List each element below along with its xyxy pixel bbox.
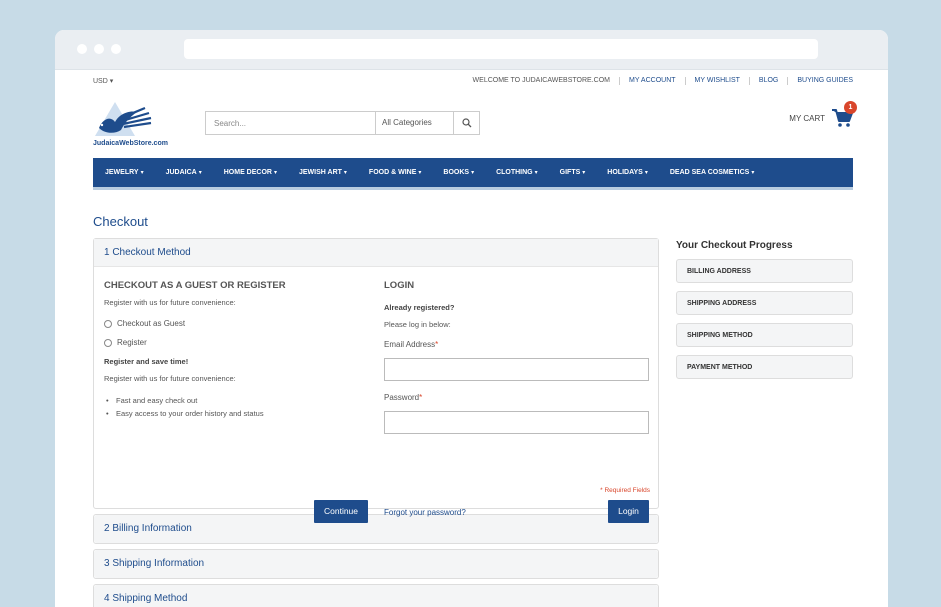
cart-icon: 1 (831, 101, 857, 128)
window-controls (77, 44, 121, 54)
radio-circle (104, 338, 112, 347)
page-title: Checkout (93, 214, 148, 229)
register-intro-text: Register with us for future convenience: (104, 298, 236, 307)
please-login-text: Please log in below: (384, 320, 451, 329)
continue-button[interactable]: Continue (314, 500, 368, 523)
login-button[interactable]: Login (608, 500, 649, 523)
mini-cart[interactable]: MY CART 1 (789, 101, 857, 128)
already-registered-text: Already registered? (384, 303, 455, 312)
list-item: Easy access to your order history and st… (104, 409, 264, 418)
chevron-down-icon: ▾ (140, 170, 144, 176)
my-account-link[interactable]: MY ACCOUNT (618, 77, 685, 85)
progress-item-shipping-method: SHIPPING METHOD (676, 323, 853, 347)
category-select[interactable]: All Categories (376, 112, 454, 134)
cart-count-badge: 1 (844, 101, 857, 114)
browser-window: USD ▾ WELCOME TO JUDAICAWEBSTORE.COM MY … (55, 30, 888, 607)
search-bar: All Categories (205, 111, 480, 135)
menorah-dove-logo-icon (95, 102, 152, 136)
forgot-password-link[interactable]: Forgot your password? (384, 508, 466, 517)
step-header-shipping-method[interactable]: 4 Shipping Method (94, 585, 658, 607)
nav-item-clothing[interactable]: CLOTHING ▾ (496, 169, 538, 176)
search-input[interactable] (206, 112, 376, 134)
window-dot-close[interactable] (77, 44, 87, 54)
welcome-text: WELCOME TO JUDAICAWEBSTORE.COM (472, 77, 610, 84)
checkout-as-guest-radio[interactable]: Checkout as Guest (104, 319, 185, 328)
list-item: Fast and easy check out (104, 396, 264, 405)
buying-guides-link[interactable]: BUYING GUIDES (787, 77, 853, 85)
site-logo[interactable]: JudaicaWebStore.com (93, 100, 173, 152)
address-bar[interactable] (184, 39, 818, 59)
chevron-down-icon: ▾ (644, 170, 648, 176)
login-heading: LOGIN (384, 280, 415, 291)
progress-item-payment-method: PAYMENT METHOD (676, 355, 853, 379)
currency-switcher[interactable]: USD ▾ (93, 77, 113, 85)
checkout-steps: 1 Checkout Method CHECKOUT AS A GUEST OR… (93, 238, 659, 607)
nav-item-jewish-art[interactable]: JEWISH ART ▾ (299, 169, 347, 176)
chevron-down-icon: ▾ (273, 170, 277, 176)
top-bar: USD ▾ WELCOME TO JUDAICAWEBSTORE.COM MY … (93, 70, 853, 92)
register-benefits-list: Fast and easy check out Easy access to y… (104, 396, 264, 422)
checkout-method-body: CHECKOUT AS A GUEST OR REGISTER Register… (94, 267, 658, 523)
chevron-down-icon: ▾ (582, 170, 586, 176)
chevron-down-icon: ▾ (471, 170, 475, 176)
window-dot-minimize[interactable] (94, 44, 104, 54)
password-field[interactable] (384, 411, 649, 434)
window-dot-maximize[interactable] (111, 44, 121, 54)
nav-item-dead-sea-cosmetics[interactable]: DEAD SEA COSMETICS ▾ (670, 169, 755, 176)
password-label: Password* (384, 393, 423, 402)
checkout-progress-title: Your Checkout Progress (676, 240, 793, 251)
chevron-down-icon: ▾ (198, 170, 202, 176)
checkout-progress: Your Checkout Progress BILLING ADDRESS S… (676, 240, 853, 387)
main-nav: JEWELRY ▾ JUDAICA ▾ HOME DECOR ▾ JEWISH ART… (93, 158, 853, 190)
billing-information-panel: 2 Billing Information (93, 514, 659, 544)
blog-link[interactable]: BLOG (748, 77, 787, 85)
logo-text: JudaicaWebStore.com (93, 140, 168, 147)
cart-label: MY CART (789, 113, 825, 123)
nav-item-judaica[interactable]: JUDAICA ▾ (166, 169, 202, 176)
nav-item-home-decor[interactable]: HOME DECOR ▾ (224, 169, 277, 176)
chevron-down-icon: ▾ (418, 170, 422, 176)
browser-chrome (55, 30, 888, 70)
progress-item-shipping-address: SHIPPING ADDRESS (676, 291, 853, 315)
site-header: JudaicaWebStore.com All Categories MY CA… (93, 92, 857, 158)
step-header-shipping[interactable]: 3 Shipping Information (94, 550, 658, 578)
shipping-information-panel: 3 Shipping Information (93, 549, 659, 579)
my-wishlist-link[interactable]: MY WISHLIST (684, 77, 749, 85)
site: USD ▾ WELCOME TO JUDAICAWEBSTORE.COM MY … (93, 70, 857, 607)
search-button[interactable] (454, 112, 479, 134)
top-links: WELCOME TO JUDAICAWEBSTORE.COM MY ACCOUN… (464, 77, 853, 85)
search-icon (461, 118, 471, 128)
chevron-down-icon: ▾ (534, 170, 538, 176)
email-field[interactable] (384, 358, 649, 381)
shipping-method-panel: 4 Shipping Method (93, 584, 659, 607)
register-radio[interactable]: Register (104, 338, 147, 347)
checkout-method-panel: 1 Checkout Method CHECKOUT AS A GUEST OR… (93, 238, 659, 523)
guest-register-heading: CHECKOUT AS A GUEST OR REGISTER (104, 280, 286, 291)
nav-item-holidays[interactable]: HOLIDAYS ▾ (607, 169, 648, 176)
nav-item-books[interactable]: BOOKS ▾ (443, 169, 474, 176)
nav-item-food-wine[interactable]: FOOD & WINE ▾ (369, 169, 421, 176)
step-header-billing[interactable]: 2 Billing Information (94, 515, 658, 543)
nav-item-gifts[interactable]: GIFTS ▾ (560, 169, 586, 176)
register-save-time-text: Register and save time! (104, 357, 189, 366)
email-label: Email Address* (384, 340, 439, 349)
chevron-down-icon: ▾ (751, 170, 755, 176)
radio-circle (104, 319, 112, 328)
register-note-text: Register with us for future convenience: (104, 374, 236, 383)
chevron-down-icon: ▾ (343, 170, 347, 176)
step-header-checkout-method[interactable]: 1 Checkout Method (94, 239, 658, 267)
required-fields-note: * Required Fields (600, 487, 650, 494)
chevron-down-icon: ▾ (109, 78, 114, 85)
nav-item-jewelry[interactable]: JEWELRY ▾ (105, 169, 144, 176)
progress-item-billing-address: BILLING ADDRESS (676, 259, 853, 283)
